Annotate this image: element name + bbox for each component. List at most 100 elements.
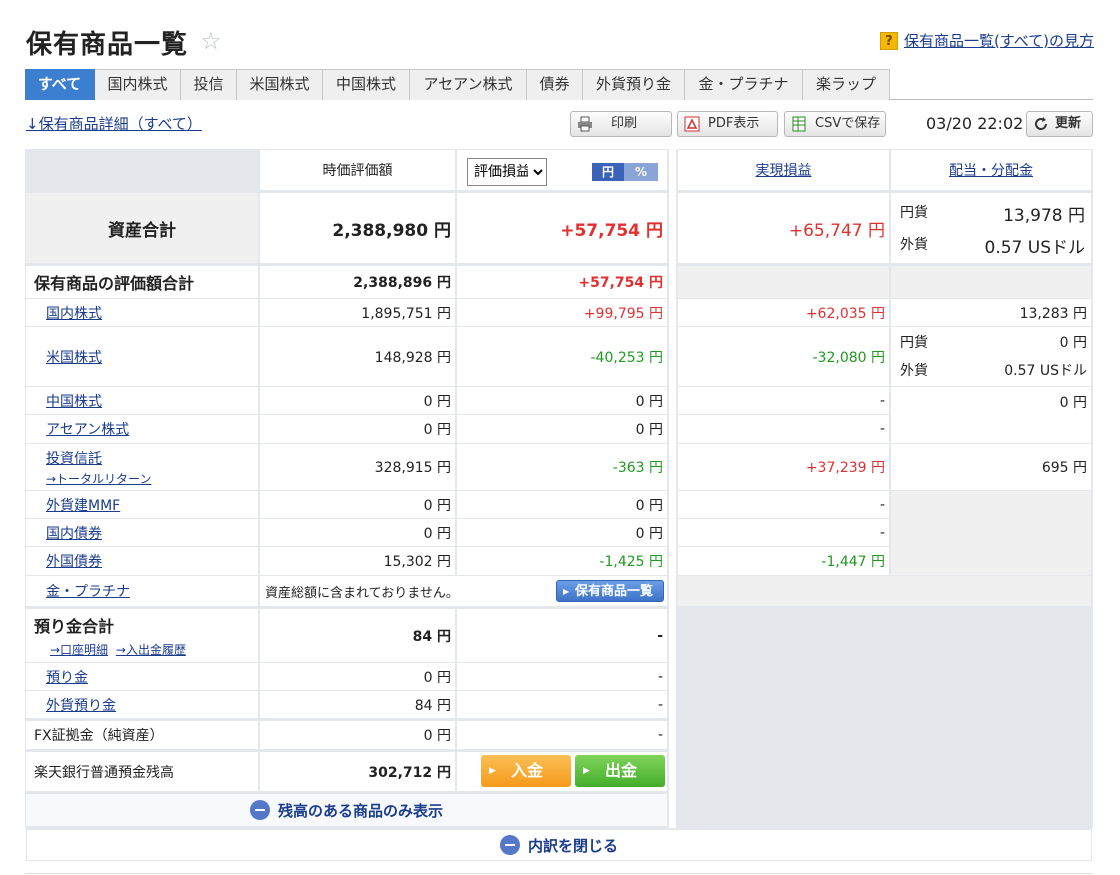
china-realized: - [678,387,889,414]
tab-china-stock[interactable]: 中国株式 [323,69,410,100]
total-assets-value: 2,388,980 円 [260,193,455,263]
refresh-label: 更新 [1055,116,1082,131]
holdings-detail-link[interactable]: ↓保有商品詳細（すべて） [26,113,202,134]
tab-fund[interactable]: 投信 [181,69,237,100]
pdf-button[interactable]: PDF表示 [677,111,778,137]
tab-rakuwrap[interactable]: 楽ラップ [803,69,890,100]
row-mmf-cell: 外貨建MMF [26,491,258,518]
asean-realized: - [678,415,889,443]
close-breakdown-label: 内訳を閉じる [527,836,618,855]
tab-bond[interactable]: 債券 [527,69,583,100]
pl-type-select[interactable]: 評価損益 [467,158,547,186]
tab-asean-stock[interactable]: アセアン株式 [410,69,527,100]
print-button[interactable]: 印刷 [570,111,672,137]
triangle-right-icon: ▶ [583,766,590,776]
printer-icon [578,116,592,132]
total-return-link[interactable]: →トータルリターン [46,470,151,487]
fbond-value: 15,302 円 [260,547,455,575]
gold-holdings-button[interactable]: ▶ 保有商品一覧 [556,580,664,602]
deposits-label-cell: 預り金合計 →口座明細 →入出金履歴 [26,609,258,662]
gold-platinum-link[interactable]: 金・プラチナ [46,581,130,601]
bottom-divider [25,873,1093,874]
fx-deposit-pl: - [457,691,667,718]
refresh-icon [1035,117,1047,130]
holdings-realized-empty [678,266,889,298]
asean-stock-link[interactable]: アセアン株式 [46,419,129,439]
account-detail-link[interactable]: →口座明細 [50,643,108,657]
csv-button[interactable]: CSVで保存 [784,111,886,137]
timestamp: 03/20 22:02 [926,114,1024,133]
fx-deposit-link[interactable]: 外貨預り金 [46,695,116,715]
gold-note-text: 資産総額に含まれておりません。 [265,585,459,601]
tab-domestic-stock[interactable]: 国内株式 [95,69,181,100]
asean-value: 0 円 [260,415,455,443]
dividends-header-link[interactable]: 配当・分配金 [949,160,1033,180]
fbond-realized: -1,447 円 [678,547,889,575]
page-title: 保有商品一覧 [26,30,189,60]
tab-all[interactable]: すべて [25,69,95,100]
total-div-fx: 0.57 USドル [984,238,1086,258]
tab-fx-deposit[interactable]: 外貨預り金 [583,69,685,100]
holdings-div-empty [891,266,1091,298]
minus-circle-icon [249,800,270,820]
fx-mmf-link[interactable]: 外貨建MMF [46,495,120,515]
fx-deposit-value: 84 円 [260,691,455,718]
print-label: 印刷 [611,116,638,131]
fx-margin-pl: - [457,721,667,749]
domestic-realized: +62,035 円 [678,299,889,326]
favorite-star-icon[interactable]: ☆ [200,27,222,55]
yen-deposit-link[interactable]: 預り金 [46,667,88,687]
domestic-div: 13,283 円 [891,299,1091,326]
tab-gold-platinum[interactable]: 金・プラチナ [685,69,803,100]
bank-actions: ▶ 入金 ▶ 出金 [457,752,667,791]
unit-yen-toggle[interactable]: 円 [592,163,624,181]
us-realized: -32,080 円 [678,327,889,386]
total-dividends: 円貨 13,978 円 外貨 0.57 USドル [891,193,1091,263]
row-gold-cell: 金・プラチナ [26,576,258,606]
balance-only-toggle[interactable]: 残高のある商品のみ表示 [26,794,667,826]
row-fund-cell: 投資信託 →トータルリターン [26,444,258,490]
csv-label: CSVで保存 [815,116,881,131]
gold-note: 資産総額に含まれておりません。 ▶ 保有商品一覧 [260,576,667,606]
withdraw-button[interactable]: ▶ 出金 [575,755,665,787]
row-domestic-cell: 国内株式 [26,299,258,326]
realized-header-cell: 実現損益 [678,150,889,190]
domestic-value: 1,895,751 円 [260,299,455,326]
us-div: 円貨 0 円 外貨 0.57 USドル [891,327,1091,386]
jbond-realized: - [678,519,889,546]
holdings-total-pl: +57,754 円 [457,266,667,298]
triangle-right-icon: ▶ [563,587,570,596]
domestic-bond-link[interactable]: 国内債券 [46,523,102,543]
pdf-label: PDF表示 [708,116,760,131]
close-breakdown-toggle[interactable]: 内訳を閉じる [26,828,1092,861]
fx-margin-value: 0 円 [260,721,455,749]
refresh-button[interactable]: 更新 [1026,111,1093,137]
us-div-yen: 0 円 [1059,335,1087,351]
pdf-icon [684,116,700,132]
china-stock-link[interactable]: 中国株式 [46,391,102,411]
row-yen-deposit-cell: 預り金 [26,663,258,690]
foreign-bond-link[interactable]: 外国債券 [46,551,102,571]
domestic-stock-link[interactable]: 国内株式 [46,303,102,323]
yen-deposit-pl: - [457,663,667,690]
spreadsheet-icon [792,116,806,132]
cashflow-history-link[interactable]: →入出金履歴 [116,643,186,657]
market-value-header: 時価評価額 [260,150,455,190]
us-stock-link[interactable]: 米国株式 [46,347,102,367]
row-fbond-cell: 外国債券 [26,547,258,575]
mmf-pl: 0 円 [457,491,667,518]
holdings-total-label: 保有商品の評価額合計 [26,266,258,298]
help-link-text[interactable]: 保有商品一覧(すべて)の見方 [904,30,1094,51]
deposit-button[interactable]: ▶ 入金 [481,755,571,787]
holdings-table: 時価評価額 評価損益 円 % 資産合計 2,388,980 円 +57,754 … [25,149,669,828]
asean-pl: 0 円 [457,415,667,443]
tab-us-stock[interactable]: 米国株式 [237,69,323,100]
realized-header-link[interactable]: 実現損益 [756,160,812,180]
total-realized: +65,747 円 [678,193,889,263]
withdraw-button-label: 出金 [605,761,638,780]
unit-percent-toggle[interactable]: % [624,163,658,181]
fx-margin-label: FX証拠金（純資産） [26,721,258,749]
fund-link[interactable]: 投資信託 [46,448,102,468]
help-link[interactable]: ? 保有商品一覧(すべて)の見方 [879,30,1094,51]
deposits-pl: - [457,609,667,662]
